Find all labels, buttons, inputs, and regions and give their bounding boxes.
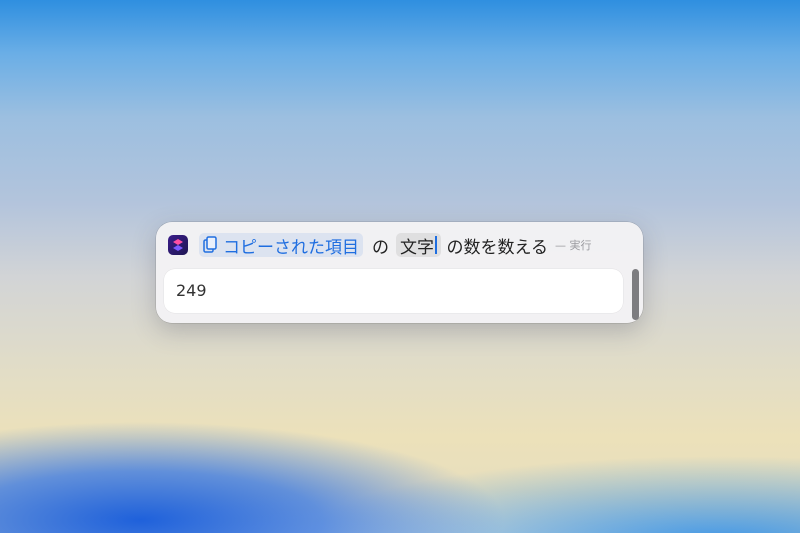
of-particle: の	[372, 237, 389, 258]
count-action-text: の数を数える	[446, 237, 549, 258]
result-value: 249	[176, 281, 207, 300]
shortcuts-icon	[168, 235, 188, 255]
scrollbar[interactable]	[632, 269, 639, 320]
character-type-label: 文字	[400, 237, 434, 258]
clipboard-icon	[203, 236, 217, 253]
copied-item-token[interactable]: コピーされた項目	[199, 233, 363, 258]
run-label: — 実行	[555, 239, 592, 252]
action-row: コピーされた項目 の 文字 の数を数える — 実行	[168, 232, 633, 258]
result-field[interactable]: 249	[164, 269, 623, 313]
shortcut-action-panel: コピーされた項目 の 文字 の数を数える — 実行 249	[156, 222, 643, 323]
text-caret	[435, 236, 437, 254]
character-type-token[interactable]: 文字	[396, 233, 441, 258]
copied-item-label: コピーされた項目	[223, 237, 359, 258]
